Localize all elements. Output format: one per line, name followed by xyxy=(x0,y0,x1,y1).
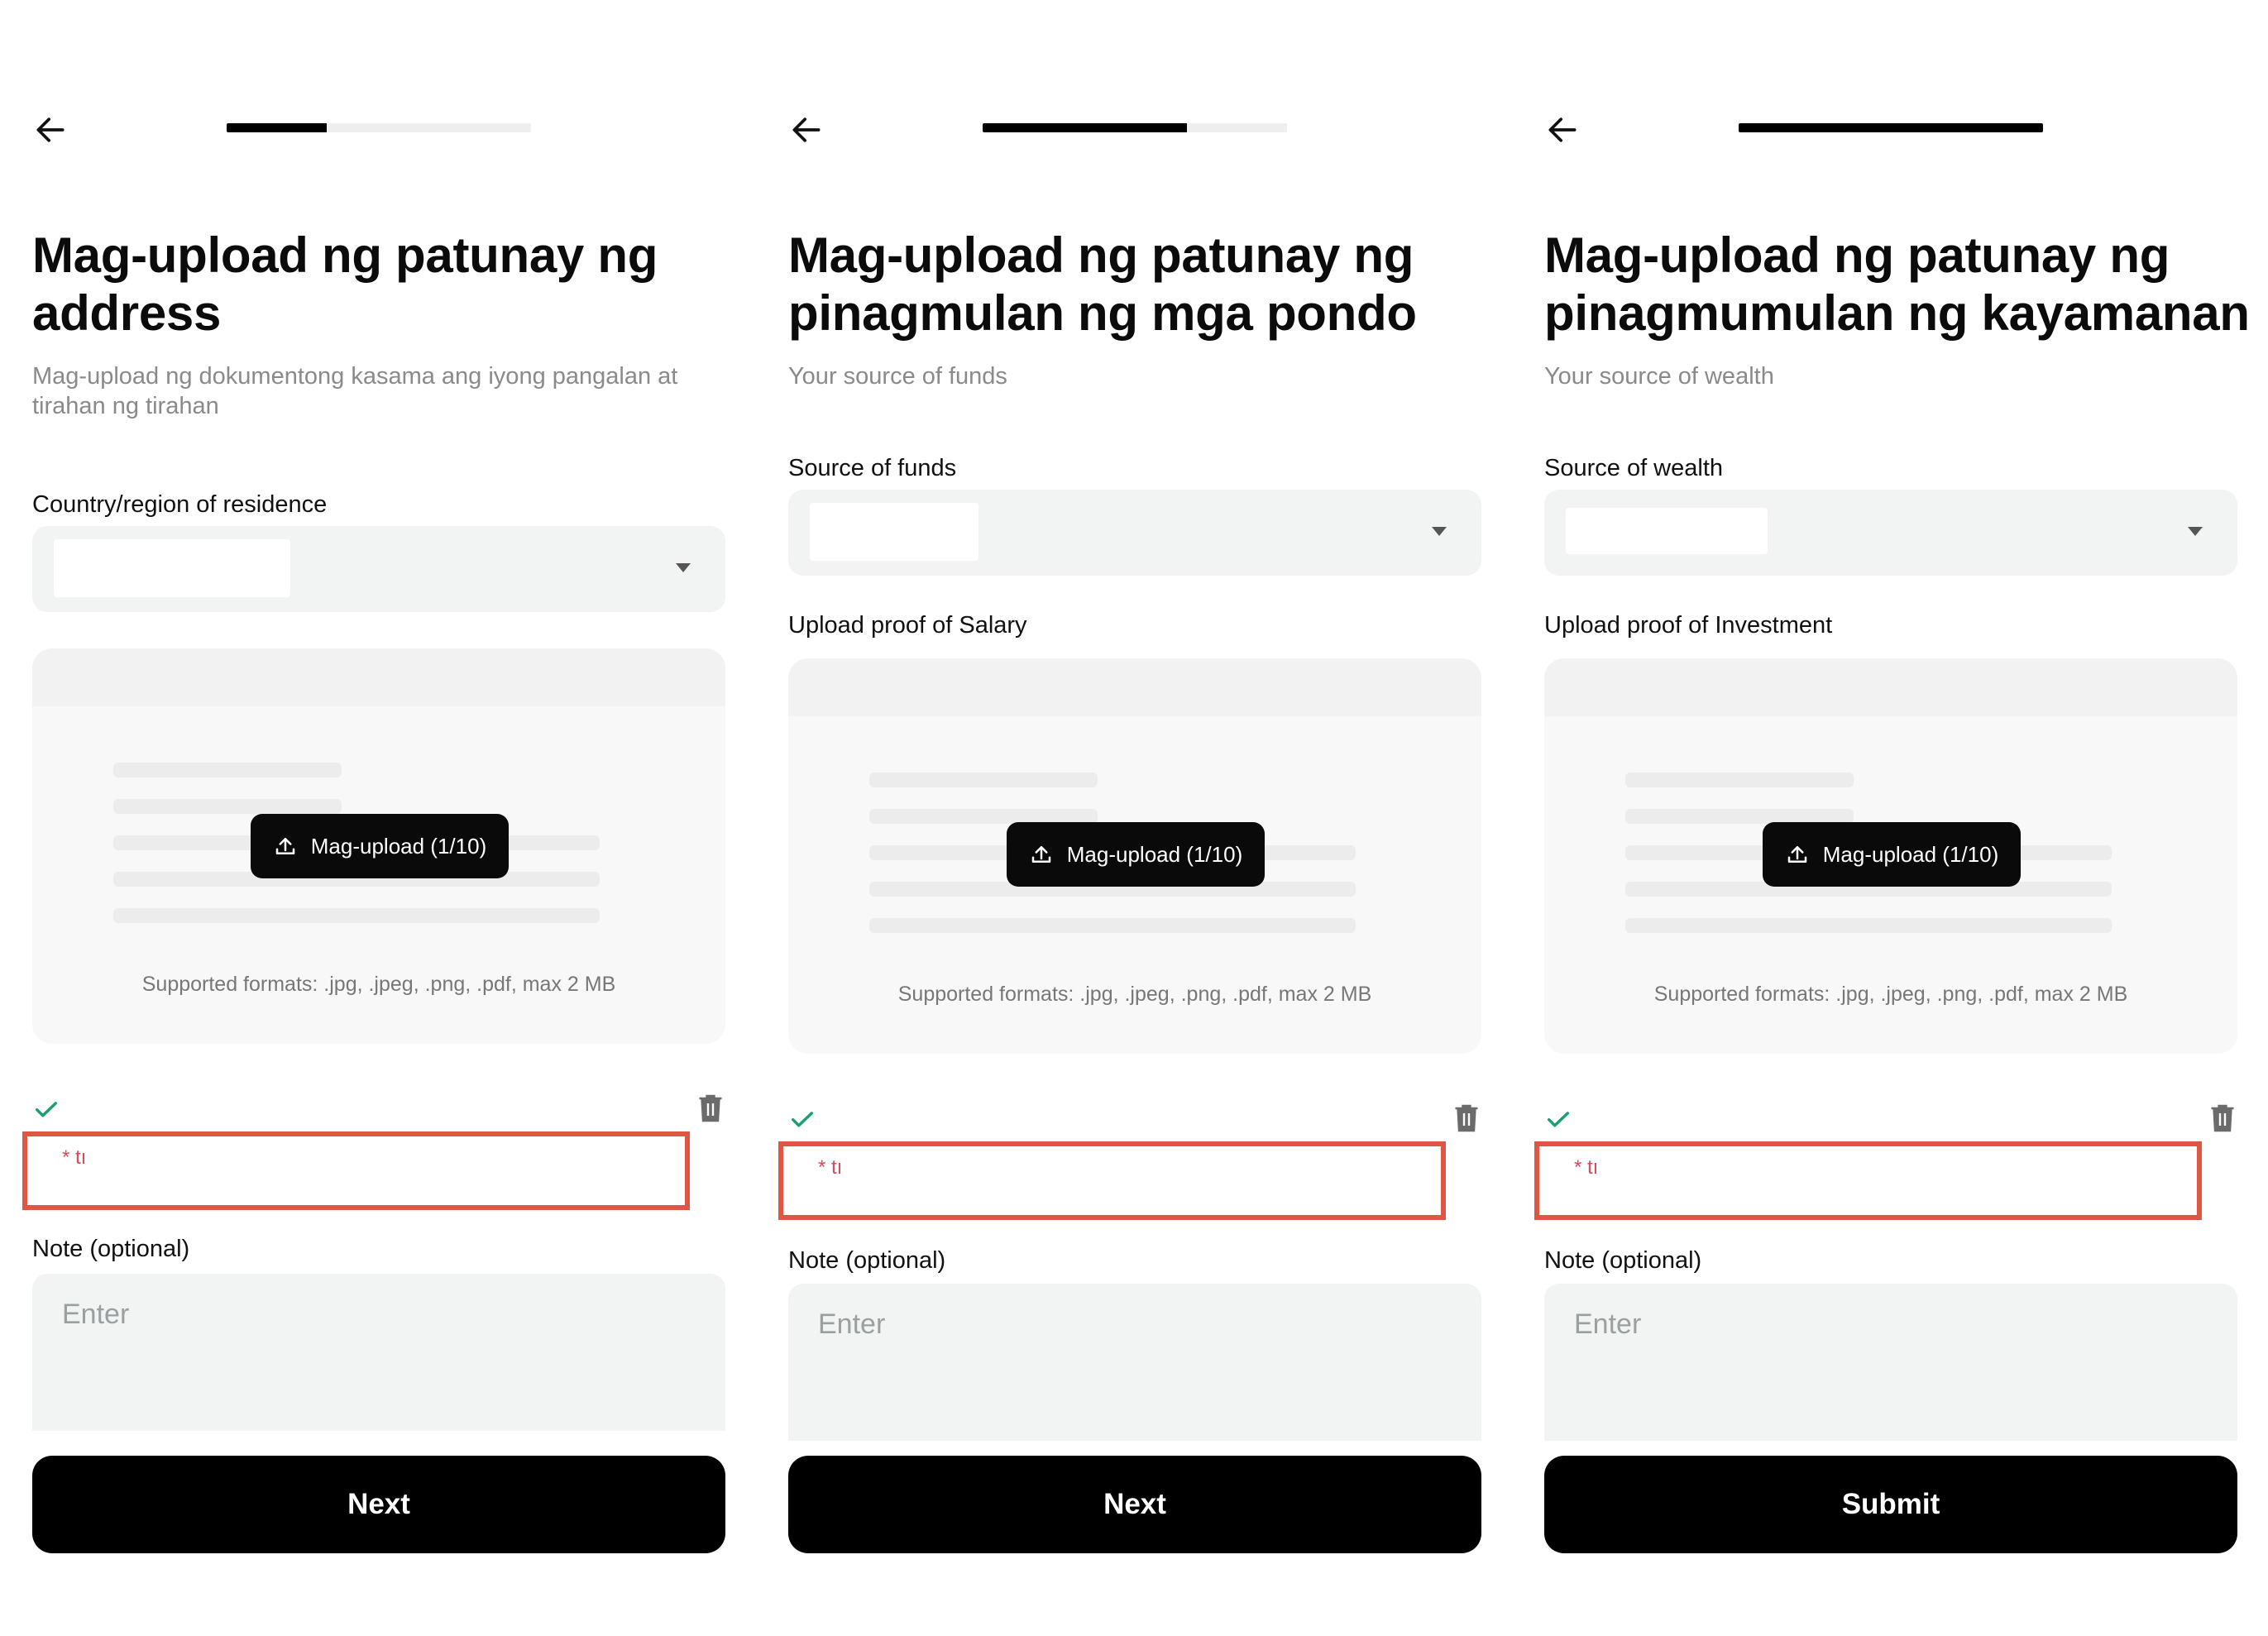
upload-icon xyxy=(275,838,295,854)
select-value xyxy=(54,539,290,597)
progress-bar xyxy=(227,123,531,132)
uploaded-file-name: * tı xyxy=(62,1146,87,1169)
page-title: Mag-upload ng patunay ng pinagmumulan ng… xyxy=(1544,227,2250,341)
uploaded-file-name: * tı xyxy=(1574,1156,1599,1179)
note-input[interactable] xyxy=(788,1284,1481,1441)
back-button[interactable] xyxy=(786,109,827,151)
back-button[interactable] xyxy=(30,109,71,151)
page-subtitle: Your source of funds xyxy=(788,363,1007,390)
note-label: Note (optional) xyxy=(1544,1247,1702,1274)
select-value xyxy=(1566,508,1768,554)
caret-down-icon xyxy=(2188,527,2203,536)
page-title: Mag-upload ng patunay ng address xyxy=(32,227,658,341)
select-value xyxy=(810,503,978,561)
arrow-left-icon xyxy=(792,117,821,142)
progress-bar xyxy=(1739,123,2043,132)
note-label: Note (optional) xyxy=(32,1236,190,1262)
supported-formats: Supported formats: .jpg, .jpeg, .png, .p… xyxy=(1653,983,2128,1006)
upload-icon xyxy=(1031,846,1051,863)
country-select[interactable] xyxy=(32,526,725,612)
trash-icon[interactable] xyxy=(1452,1102,1481,1135)
check-icon xyxy=(791,1112,814,1127)
upload-button-label: Mag-upload (1/10) xyxy=(1066,841,1243,867)
upload-icon xyxy=(1787,846,1807,863)
progress-fill xyxy=(1739,123,2043,132)
supported-formats: Supported formats: .jpg, .jpeg, .png, .p… xyxy=(141,973,616,996)
upload-dropzone[interactable]: Mag-upload (1/10) Supported formats: .jp… xyxy=(1544,658,2237,1054)
trash-icon[interactable] xyxy=(2208,1102,2237,1135)
upload-proof-label: Upload proof of Salary xyxy=(788,612,1027,639)
screen-source-of-wealth: Mag-upload ng patunay ng pinagmumulan ng… xyxy=(1512,0,2268,1636)
uploaded-file-highlight: * tı xyxy=(778,1141,1446,1220)
note-input[interactable] xyxy=(32,1274,725,1431)
next-button[interactable]: Next xyxy=(788,1456,1481,1553)
supported-formats: Supported formats: .jpg, .jpeg, .png, .p… xyxy=(897,983,1372,1006)
uploaded-file-row xyxy=(1544,1098,2237,1140)
source-of-wealth-label: Source of wealth xyxy=(1544,455,1724,481)
caret-down-icon xyxy=(676,563,691,572)
note-label: Note (optional) xyxy=(788,1247,946,1274)
upload-button[interactable]: Mag-upload (1/10) xyxy=(251,814,509,878)
country-select-label: Country/region of residence xyxy=(32,491,328,518)
screen-proof-of-address: Mag-upload ng patunay ng address Mag-upl… xyxy=(0,0,756,1636)
uploaded-file-row xyxy=(788,1098,1481,1140)
page-subtitle: Your source of wealth xyxy=(1544,363,1774,390)
caret-down-icon xyxy=(1432,527,1447,536)
upload-button[interactable]: Mag-upload (1/10) xyxy=(1007,822,1265,887)
progress-fill xyxy=(983,123,1187,132)
check-icon xyxy=(1547,1112,1570,1127)
arrow-left-icon xyxy=(36,117,65,142)
progress-fill xyxy=(227,123,328,132)
upload-proof-label: Upload proof of Investment xyxy=(1544,612,1833,639)
arrow-left-icon xyxy=(1548,117,1577,142)
progress-bar xyxy=(983,123,1287,132)
page-title: Mag-upload ng patunay ng pinagmulan ng m… xyxy=(788,227,1417,341)
page-subtitle: Mag-upload ng dokumentong kasama ang iyo… xyxy=(32,363,678,419)
submit-button[interactable]: Submit xyxy=(1544,1456,2237,1553)
next-button[interactable]: Next xyxy=(32,1456,725,1553)
source-of-wealth-select[interactable] xyxy=(1544,490,2237,576)
uploaded-file-highlight: * tı xyxy=(1534,1141,2202,1220)
back-button[interactable] xyxy=(1542,109,1583,151)
note-input[interactable] xyxy=(1544,1284,2237,1441)
upload-button[interactable]: Mag-upload (1/10) xyxy=(1763,822,2021,887)
check-icon xyxy=(35,1102,58,1117)
source-of-funds-label: Source of funds xyxy=(788,455,957,481)
uploaded-file-row xyxy=(32,1088,725,1130)
trash-icon[interactable] xyxy=(696,1092,725,1125)
upload-dropzone[interactable]: Mag-upload (1/10) Supported formats: .jp… xyxy=(788,658,1481,1054)
upload-button-label: Mag-upload (1/10) xyxy=(310,833,487,859)
upload-dropzone[interactable]: Mag-upload (1/10) Supported formats: .jp… xyxy=(32,648,725,1044)
uploaded-file-highlight: * tı xyxy=(22,1131,690,1210)
source-of-funds-select[interactable] xyxy=(788,490,1481,576)
screen-source-of-funds: Mag-upload ng patunay ng pinagmulan ng m… xyxy=(756,0,1512,1636)
uploaded-file-name: * tı xyxy=(818,1156,843,1179)
upload-button-label: Mag-upload (1/10) xyxy=(1822,841,1999,867)
